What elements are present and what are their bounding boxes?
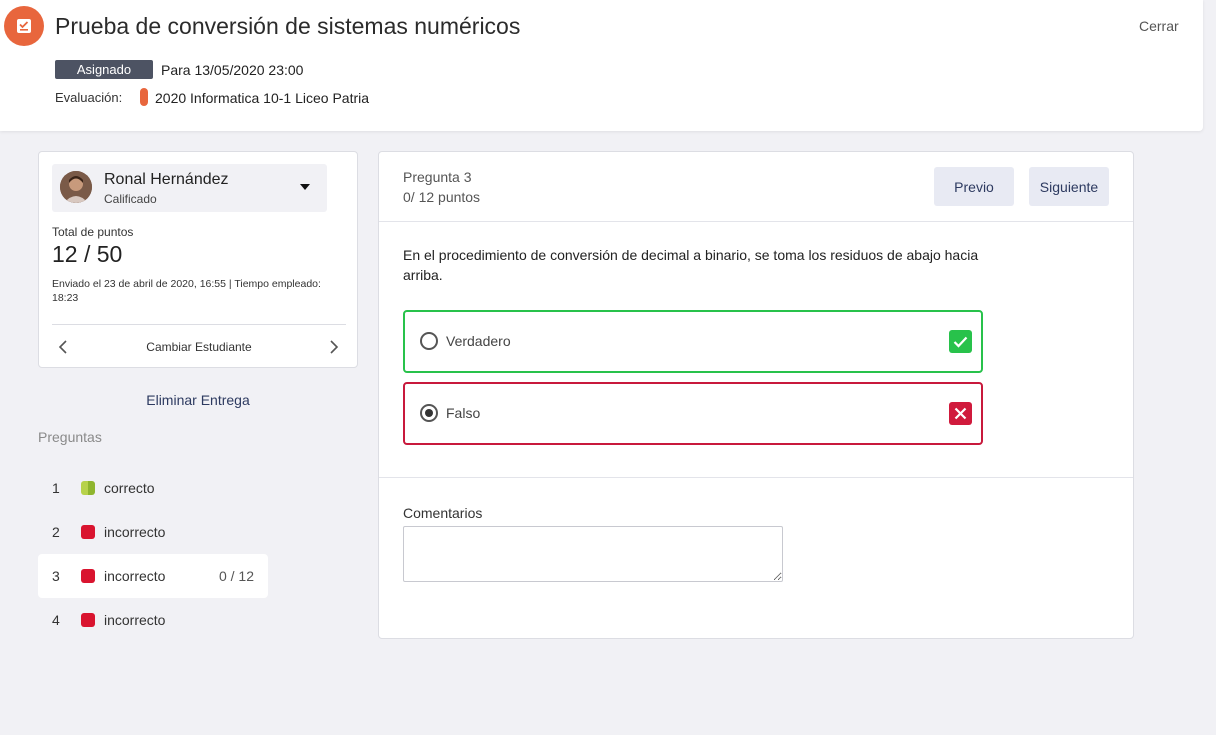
chevron-right-icon[interactable] bbox=[327, 339, 341, 355]
student-selector[interactable]: Ronal Hernández Calificado bbox=[52, 164, 327, 212]
due-date: Para 13/05/2020 23:00 bbox=[161, 62, 304, 78]
student-name: Ronal Hernández bbox=[104, 171, 229, 188]
question-score: 0 / 12 bbox=[218, 568, 254, 584]
question-number: 1 bbox=[52, 480, 60, 496]
question-list-item[interactable]: 2 incorrecto bbox=[38, 510, 268, 554]
question-number: 4 bbox=[52, 612, 60, 628]
assignment-icon bbox=[4, 6, 44, 46]
class-color-indicator bbox=[140, 88, 148, 106]
cross-icon bbox=[949, 402, 972, 425]
submission-info: Enviado el 23 de abril de 2020, 16:55 | … bbox=[52, 278, 321, 304]
answer-option-true[interactable]: Verdadero bbox=[403, 310, 983, 373]
delete-submission-button[interactable]: Eliminar Entrega bbox=[38, 392, 358, 408]
radio-button[interactable] bbox=[420, 332, 438, 350]
option-label: Verdadero bbox=[446, 333, 511, 349]
question-number: 3 bbox=[52, 568, 60, 584]
close-button[interactable]: Cerrar bbox=[1139, 18, 1179, 34]
chevron-left-icon[interactable] bbox=[57, 339, 71, 355]
comments-label: Comentarios bbox=[403, 505, 483, 521]
caret-down-icon[interactable] bbox=[300, 184, 310, 190]
next-button[interactable]: Siguiente bbox=[1029, 167, 1109, 206]
divider bbox=[379, 221, 1133, 222]
question-status: correcto bbox=[104, 480, 155, 496]
student-card: Ronal Hernández Calificado Total de punt… bbox=[38, 151, 358, 368]
divider bbox=[52, 324, 346, 325]
assignment-header: Prueba de conversión de sistemas numéric… bbox=[0, 0, 1203, 131]
question-status: incorrecto bbox=[104, 524, 166, 540]
student-status: Calificado bbox=[104, 192, 157, 206]
question-panel: Pregunta 3 0/ 12 puntos Previo Siguiente… bbox=[378, 151, 1134, 639]
divider bbox=[379, 477, 1133, 478]
incorrect-status-icon bbox=[81, 613, 95, 627]
question-number: 2 bbox=[52, 524, 60, 540]
avatar bbox=[60, 171, 92, 203]
points-value: 12 / 50 bbox=[52, 241, 123, 267]
question-list-item-active[interactable]: 3 incorrecto 0 / 12 bbox=[38, 554, 268, 598]
incorrect-status-icon bbox=[81, 525, 95, 539]
question-text: En el procedimiento de conversión de dec… bbox=[403, 247, 979, 283]
question-list-item[interactable]: 4 incorrecto bbox=[38, 598, 268, 642]
incorrect-status-icon bbox=[81, 569, 95, 583]
comments-input[interactable] bbox=[403, 526, 783, 582]
class-name: 2020 Informatica 10-1 Liceo Patria bbox=[155, 90, 370, 106]
question-points: 0/ 12 puntos bbox=[403, 189, 481, 205]
page-title: Prueba de conversión de sistemas numéric… bbox=[55, 13, 521, 39]
radio-button-selected[interactable] bbox=[420, 404, 438, 422]
answer-option-false[interactable]: Falso bbox=[403, 382, 983, 445]
status-badge: Asignado bbox=[55, 60, 153, 79]
evaluation-label: Evaluación: bbox=[55, 90, 123, 105]
change-student-button[interactable]: Cambiar Estudiante bbox=[39, 340, 359, 354]
check-icon bbox=[949, 330, 972, 353]
previous-button[interactable]: Previo bbox=[934, 167, 1014, 206]
question-list-item[interactable]: 1 correcto bbox=[38, 466, 268, 510]
option-label: Falso bbox=[446, 405, 481, 421]
question-status: incorrecto bbox=[104, 612, 166, 628]
correct-status-icon bbox=[81, 481, 95, 495]
questions-heading: Preguntas bbox=[38, 429, 102, 445]
question-title: Pregunta 3 bbox=[403, 169, 472, 185]
question-status: incorrecto bbox=[104, 568, 166, 584]
points-label: Total de puntos bbox=[52, 225, 134, 239]
